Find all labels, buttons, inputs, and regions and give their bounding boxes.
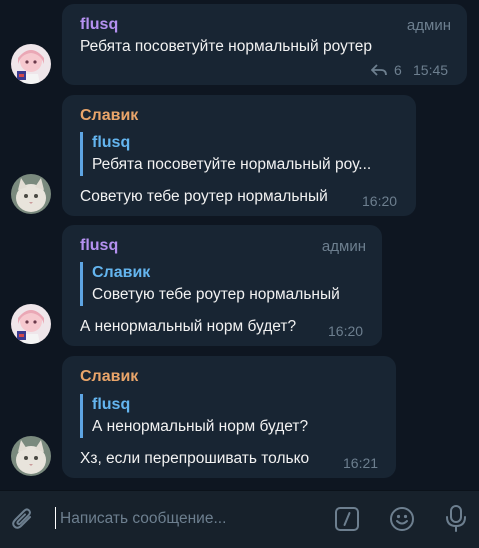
message-time: 15:45: [413, 62, 449, 78]
replies-count[interactable]: 6: [394, 62, 402, 78]
message-composer: Написать сообщение...: [0, 490, 479, 548]
reply-arrow-icon[interactable]: [370, 63, 387, 81]
message-2: Славик flusq Ребята посоветуйте нормальн…: [0, 90, 479, 220]
reply-quote[interactable]: Славик Советую тебе роутер нормальный: [80, 262, 377, 306]
avatar-slavik[interactable]: [11, 436, 51, 476]
reply-text: Советую тебе роутер нормальный: [92, 286, 340, 303]
message-bubble[interactable]: flusq админ Славик Советую тебе роутер н…: [62, 225, 382, 346]
message-text: Ребята посоветуйте нормальный роутер: [80, 38, 372, 55]
author-name[interactable]: Славик: [80, 368, 138, 386]
message-bubble[interactable]: Славик flusq А ненормальный норм будет? …: [62, 356, 396, 478]
emoji-icon[interactable]: [389, 506, 415, 537]
paperclip-icon[interactable]: [10, 506, 36, 537]
message-time: 16:20: [328, 323, 364, 339]
bot-commands-icon[interactable]: [334, 506, 360, 537]
message-input[interactable]: Написать сообщение...: [60, 510, 226, 528]
message-4: Славик flusq А ненормальный норм будет? …: [0, 350, 479, 485]
role-badge: админ: [321, 238, 366, 255]
author-name[interactable]: Славик: [80, 107, 138, 125]
message-3: flusq админ Славик Советую тебе роутер н…: [0, 220, 479, 350]
role-badge: админ: [406, 17, 451, 34]
author-name[interactable]: flusq: [80, 16, 118, 34]
reply-text: А ненормальный норм будет?: [92, 418, 309, 435]
microphone-icon[interactable]: [444, 504, 468, 539]
author-name[interactable]: flusq: [80, 237, 118, 255]
text-cursor: [55, 507, 56, 529]
message-time: 16:21: [343, 455, 379, 471]
reply-text: Ребята посоветуйте нормальный роу...: [92, 156, 372, 173]
avatar-flusq[interactable]: [11, 304, 51, 344]
message-text: Советую тебе роутер нормальный: [80, 188, 328, 205]
avatar-slavik[interactable]: [11, 174, 51, 214]
message-text: А ненормальный норм будет?: [80, 318, 297, 335]
reply-author: flusq: [92, 134, 131, 151]
message-1: flusq админ Ребята посоветуйте нормальны…: [0, 0, 479, 90]
chat-history: flusq админ Ребята посоветуйте нормальны…: [0, 0, 479, 490]
message-bubble[interactable]: flusq админ Ребята посоветуйте нормальны…: [62, 4, 467, 85]
message-bubble[interactable]: Славик flusq Ребята посоветуйте нормальн…: [62, 95, 416, 216]
reply-author: flusq: [92, 396, 131, 413]
reply-quote[interactable]: flusq Ребята посоветуйте нормальный роу.…: [80, 132, 402, 176]
avatar-flusq[interactable]: [11, 44, 51, 84]
reply-author: Славик: [92, 264, 151, 281]
message-text: Хз, если перепрошивать только: [80, 450, 310, 467]
message-time: 16:20: [362, 193, 398, 209]
reply-quote[interactable]: flusq А ненормальный норм будет?: [80, 394, 387, 438]
